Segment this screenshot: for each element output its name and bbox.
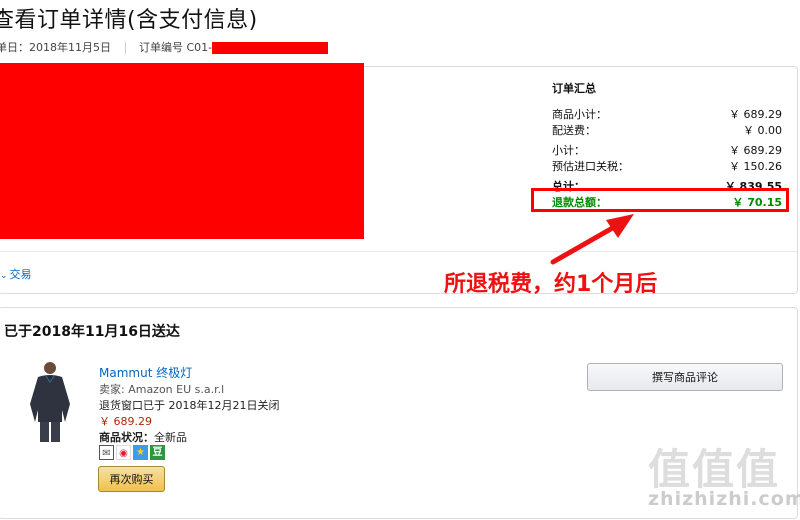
order-meta: 单日：2018年11月5日 订单编号 C01- xyxy=(0,39,329,55)
transactions-toggle[interactable]: ⌄ 交易 xyxy=(0,266,32,282)
share-icons: ✉ ◉ ★ 豆 xyxy=(99,445,165,461)
condition-value: 全新品 xyxy=(154,431,187,444)
redacted-shipping-payment-info xyxy=(0,63,364,239)
buy-again-button[interactable]: 再次购买 xyxy=(98,466,165,492)
order-summary: 订单汇总 商品小计： ￥ 689.29 配送费： ￥ 0.00 小计： ￥ 68… xyxy=(552,80,782,194)
divider xyxy=(124,42,126,54)
summary-label: 配送费： xyxy=(552,124,596,137)
qzone-icon[interactable]: ★ xyxy=(133,445,148,460)
product-title-link[interactable]: Mammut 终极灯 xyxy=(99,364,192,381)
douban-icon[interactable]: 豆 xyxy=(150,445,165,460)
summary-label: 预估进口关税： xyxy=(552,160,629,173)
summary-label: 小计： xyxy=(552,144,585,157)
order-number-label: 订单编号 C01- xyxy=(139,41,213,54)
condition-label: 商品状况： xyxy=(99,431,154,444)
refund-highlight-box xyxy=(531,188,789,212)
page-title: 查看订单详情(含支付信息) xyxy=(0,8,258,33)
transactions-label: 交易 xyxy=(9,268,32,281)
delivery-status-heading: 已于2018年11月16日送达 xyxy=(4,324,180,340)
summary-value: ￥ 689.29 xyxy=(729,108,782,121)
redacted-order-number xyxy=(212,42,329,54)
product-image[interactable] xyxy=(24,360,76,444)
order-date: 单日：2018年11月5日 xyxy=(0,41,111,54)
write-review-button[interactable]: 撰写商品评论 xyxy=(587,363,783,391)
summary-heading: 订单汇总 xyxy=(552,82,596,95)
summary-value: ￥ 689.29 xyxy=(729,144,782,157)
annotation-callout: 所退税费，约1个月后 xyxy=(444,272,658,297)
panel-divider xyxy=(0,251,797,252)
item-price: ￥ 689.29 xyxy=(99,415,152,428)
summary-row-shipping: 配送费： ￥ 0.00 xyxy=(552,122,782,138)
summary-value: ￥ 0.00 xyxy=(743,124,782,137)
mail-icon[interactable]: ✉ xyxy=(99,445,114,460)
summary-value: ￥ 150.26 xyxy=(729,160,782,173)
summary-label: 商品小计： xyxy=(552,108,607,121)
watermark-url: zhizhizhi.com xyxy=(648,488,800,510)
weibo-icon[interactable]: ◉ xyxy=(116,445,131,460)
summary-row-items: 商品小计： ￥ 689.29 xyxy=(552,106,782,122)
item-condition: 商品状况：全新品 xyxy=(99,429,187,445)
summary-row-import-duty: 预估进口关税： ￥ 150.26 xyxy=(552,158,782,174)
seller-info: 卖家: Amazon EU s.a.r.l xyxy=(99,383,225,396)
return-window-status: 退货窗口已于 2018年12月21日关闭 xyxy=(99,399,280,412)
summary-row-subtotal: 小计： ￥ 689.29 xyxy=(552,142,782,158)
chevron-down-icon: ⌄ xyxy=(0,271,8,281)
